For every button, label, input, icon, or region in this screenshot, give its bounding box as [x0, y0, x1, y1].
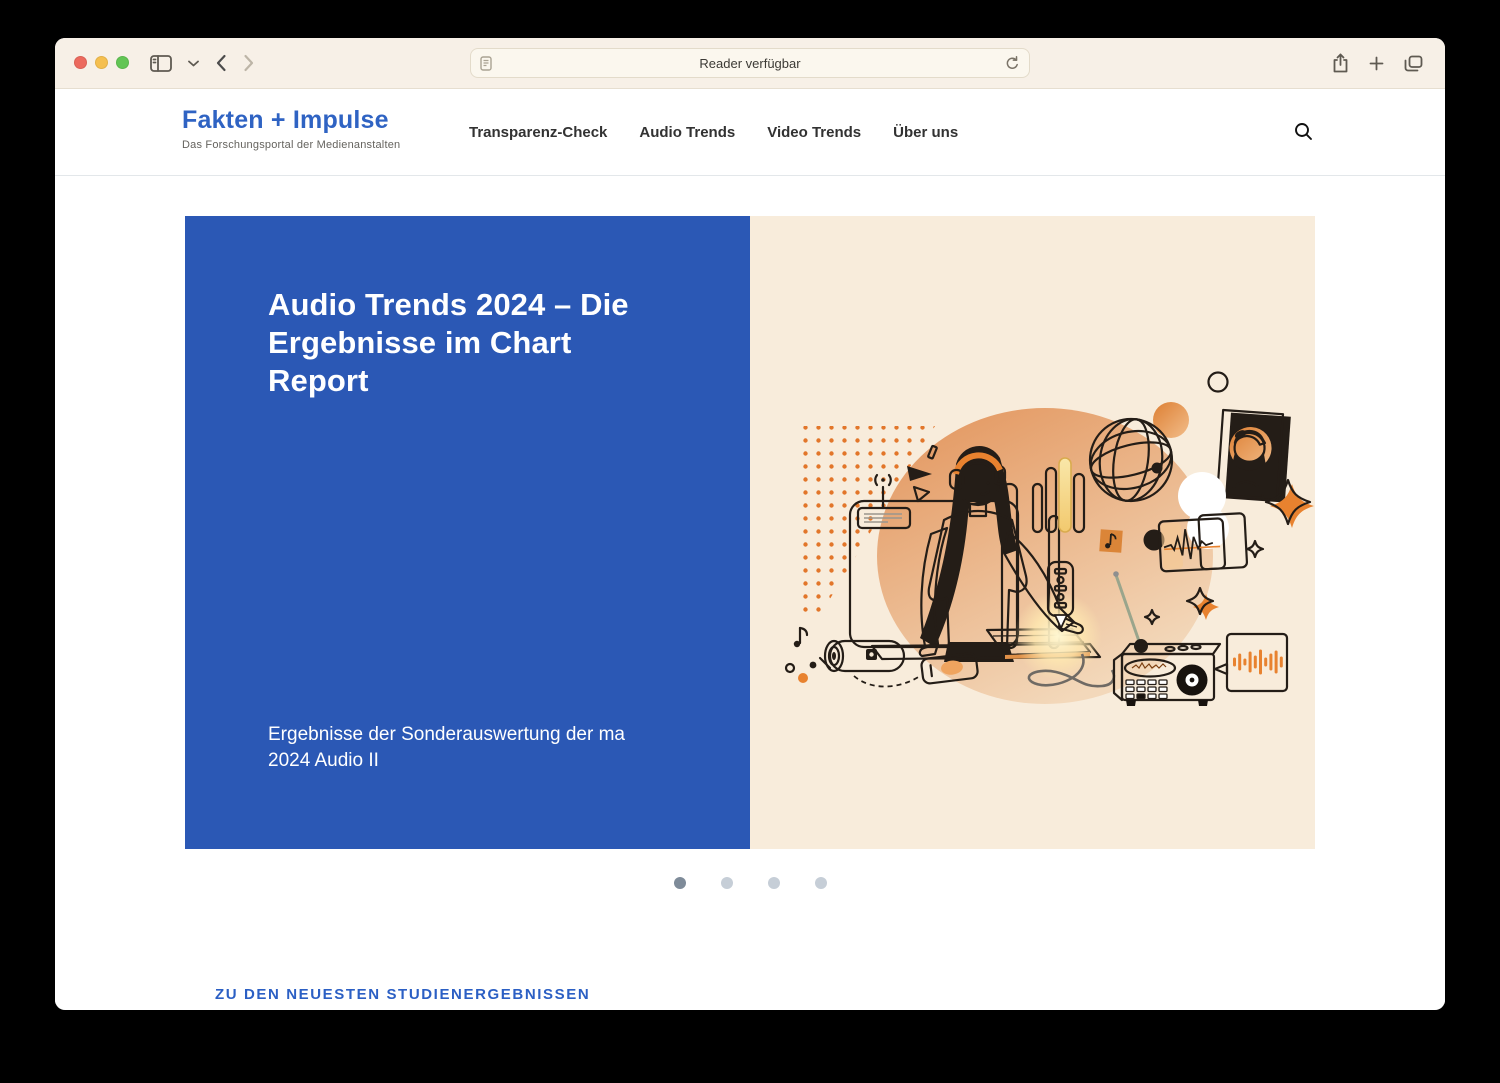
logo-title: Fakten + Impulse: [182, 106, 400, 135]
browser-toolbar: Reader verfügbar: [55, 38, 1445, 89]
new-tab-icon[interactable]: [1369, 56, 1384, 71]
latest-study-results-link[interactable]: ZU DEN NEUESTEN STUDIENERGEBNISSEN: [215, 986, 590, 1003]
share-icon[interactable]: [1332, 53, 1349, 73]
site-header: Fakten + Impulse Das Forschungsportal de…: [55, 89, 1445, 176]
hero-illustration-panel: .ln{stroke:#241d17;fill:none;stroke-widt…: [750, 216, 1315, 849]
nav-item-audio-trends[interactable]: Audio Trends: [639, 124, 735, 141]
carousel-dot-2[interactable]: [721, 877, 733, 889]
music-note-and-dots: [786, 628, 830, 683]
hero-carousel-slide: Audio Trends 2024 – Die Ergebnisse im Ch…: [185, 216, 1315, 849]
address-bar[interactable]: Reader verfügbar: [470, 48, 1030, 78]
back-icon[interactable]: [215, 54, 227, 72]
reload-icon[interactable]: [1005, 56, 1020, 74]
nav-item-ueber-uns[interactable]: Über uns: [893, 124, 958, 141]
hero-subtitle: Ergebnisse der Sonderauswertung der ma 2…: [268, 722, 638, 774]
nav-item-transparenz-check[interactable]: Transparenz-Check: [469, 124, 607, 141]
hero-illustration: .ln{stroke:#241d17;fill:none;stroke-widt…: [750, 216, 1315, 849]
traffic-lights: [74, 56, 129, 69]
sidebar-icon[interactable]: [150, 55, 172, 72]
search-icon[interactable]: [1294, 122, 1313, 144]
chevron-down-icon[interactable]: [188, 60, 199, 67]
page-content: Audio Trends 2024 – Die Ergebnisse im Ch…: [55, 216, 1445, 1004]
hero-text-panel: Audio Trends 2024 – Die Ergebnisse im Ch…: [185, 216, 750, 849]
forward-icon[interactable]: [243, 54, 255, 72]
equalizer-card: [1215, 634, 1287, 691]
music-note-square: [1099, 529, 1122, 552]
carousel-dots: [55, 877, 1445, 889]
close-icon[interactable]: [74, 56, 87, 69]
main-navigation: Transparenz-Check Audio Trends Video Tre…: [469, 89, 958, 175]
reader-view-icon[interactable]: [480, 56, 492, 74]
dashed-connection-line: [854, 676, 920, 687]
carousel-dot-4[interactable]: [815, 877, 827, 889]
address-bar-text: Reader verfügbar: [699, 56, 800, 71]
carousel-dot-1[interactable]: [674, 877, 686, 889]
podcaster-polaroid: [1217, 410, 1291, 503]
logo-tagline: Das Forschungsportal der Medienanstalten: [182, 139, 400, 151]
minimize-icon[interactable]: [95, 56, 108, 69]
nav-item-video-trends[interactable]: Video Trends: [767, 124, 861, 141]
outline-circle: [1209, 373, 1228, 392]
fullscreen-icon[interactable]: [116, 56, 129, 69]
site-logo[interactable]: Fakten + Impulse Das Forschungsportal de…: [182, 106, 400, 151]
carousel-dot-3[interactable]: [768, 877, 780, 889]
hero-title: Audio Trends 2024 – Die Ergebnisse im Ch…: [268, 286, 668, 400]
tab-overview-icon[interactable]: [1404, 55, 1423, 72]
browser-window: Reader verfügbar Fakten + Impulse Das Fo…: [55, 38, 1445, 1010]
